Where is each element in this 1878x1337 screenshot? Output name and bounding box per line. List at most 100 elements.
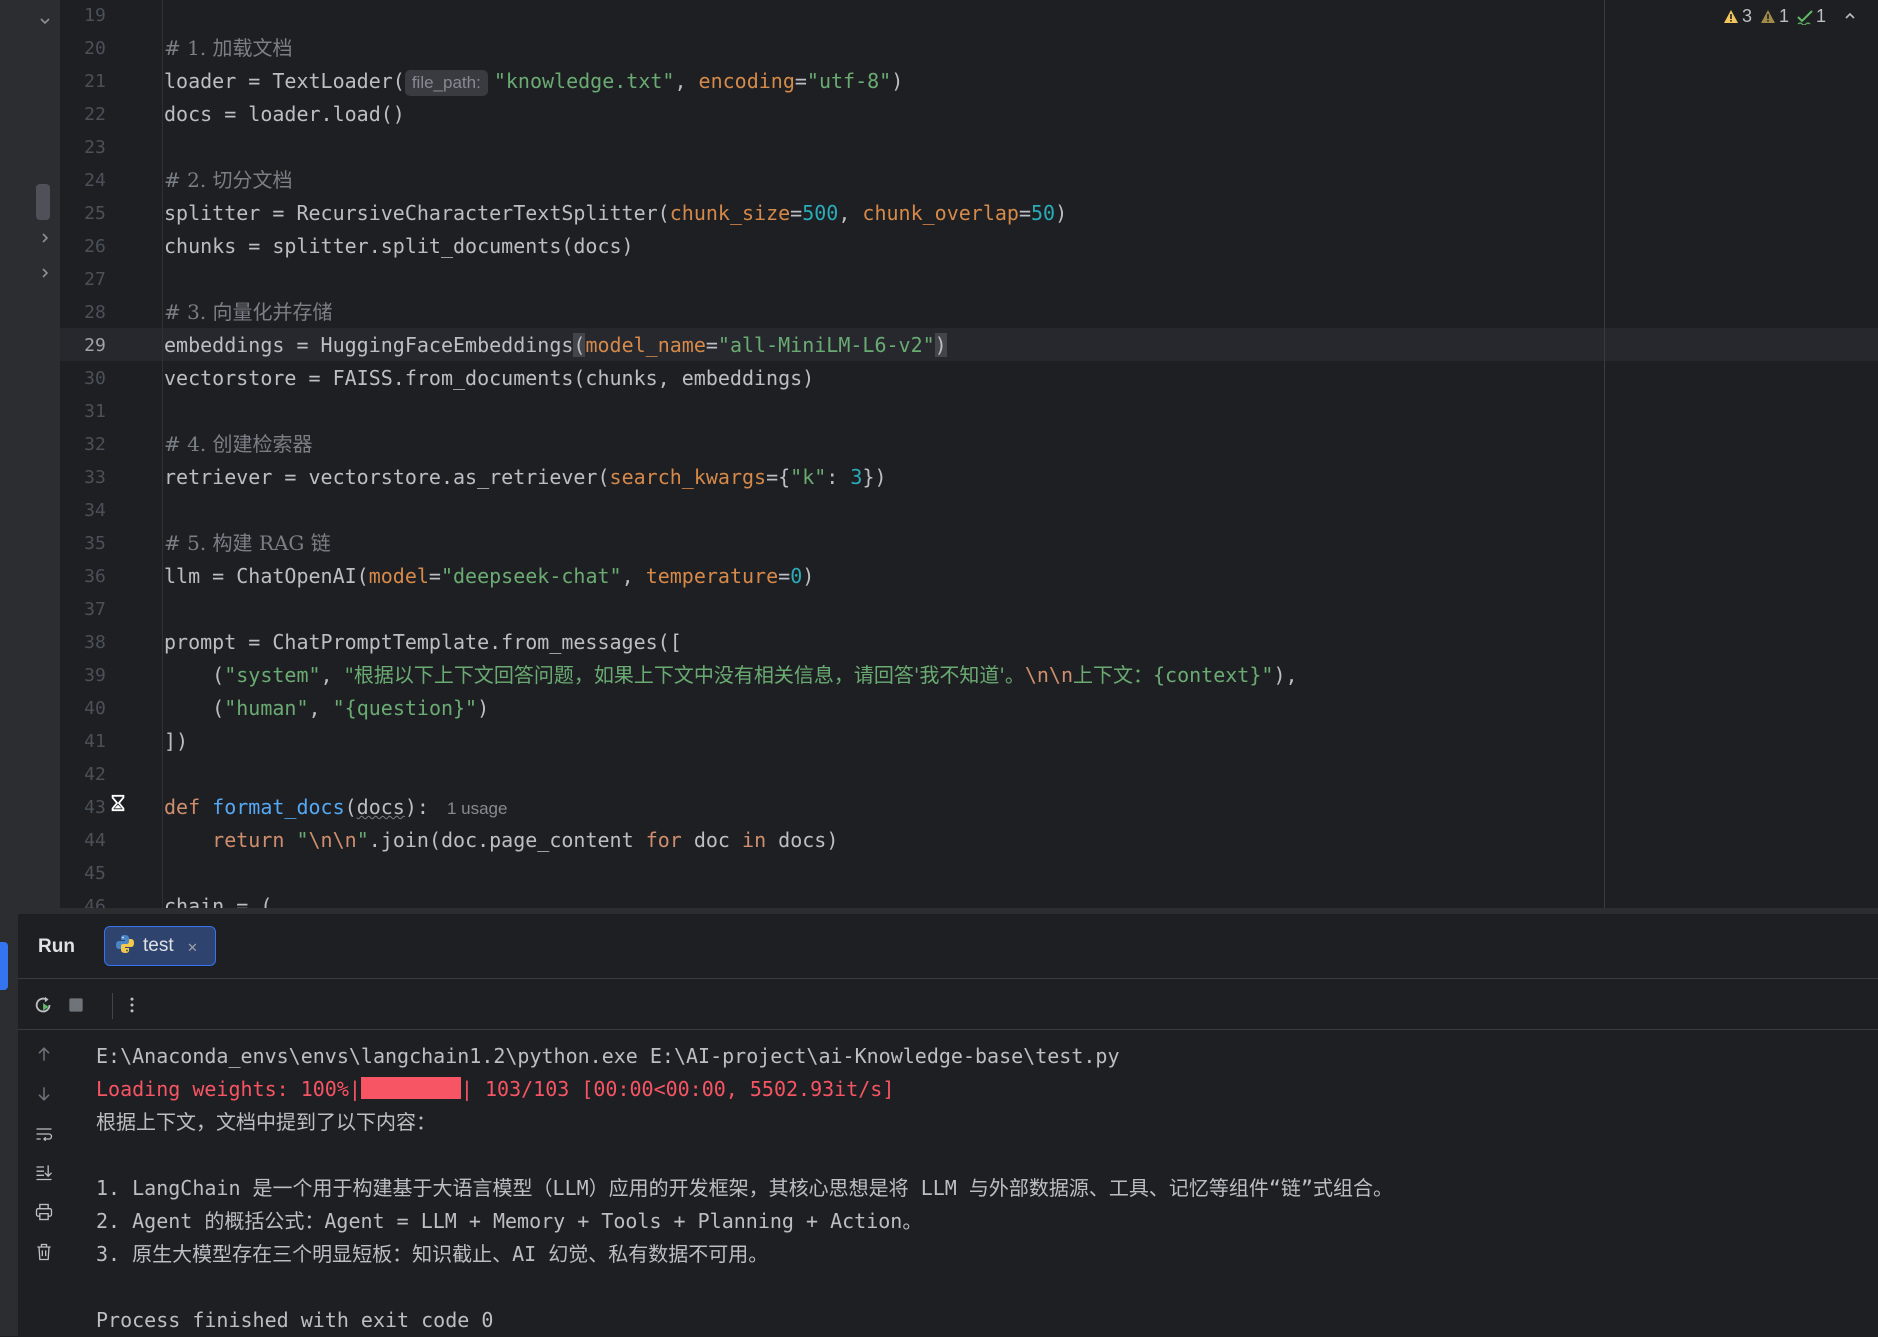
- line-number[interactable]: 32: [60, 428, 130, 461]
- usage-hint[interactable]: 1 usage: [447, 799, 508, 818]
- line-number[interactable]: 24: [60, 164, 130, 197]
- console-line-item: 1. LangChain 是一个用于构建基于大语言模型（LLM）应用的开发框架，…: [96, 1176, 1393, 1200]
- param-name: model: [368, 564, 429, 588]
- keyword: in: [742, 828, 767, 852]
- line-number[interactable]: 37: [60, 593, 130, 626]
- code-text: (: [344, 795, 357, 819]
- trash-icon[interactable]: [32, 1240, 56, 1264]
- code-text: ),: [1273, 663, 1298, 687]
- console-line-answer: 根据上下文，文档中提到了以下内容：: [96, 1110, 436, 1134]
- code-text: llm = ChatOpenAI(: [164, 564, 369, 588]
- code-text: ,: [621, 564, 646, 588]
- line-number[interactable]: 34: [60, 494, 130, 527]
- comment: # 5. 构建 RAG 链: [164, 531, 331, 555]
- line-number[interactable]: 35: [60, 527, 130, 560]
- fold-collapse-icon[interactable]: [36, 12, 54, 30]
- code-text: doc: [681, 828, 743, 852]
- arrow-down-icon[interactable]: [32, 1082, 56, 1106]
- code-text: ,: [308, 696, 333, 720]
- fold-expand-icon[interactable]: [36, 229, 54, 247]
- stop-icon[interactable]: [64, 993, 88, 1017]
- soft-wrap-icon[interactable]: [32, 1122, 56, 1146]
- string-literal: "deepseek-chat": [440, 564, 622, 588]
- scroll-thumb[interactable]: [36, 184, 50, 220]
- line-number[interactable]: 30: [60, 362, 130, 395]
- string-literal: "utf-8": [806, 69, 892, 93]
- hourglass-icon[interactable]: [108, 793, 128, 813]
- comment: # 4. 创建检索器: [164, 432, 313, 456]
- tab-test[interactable]: test ✕: [104, 926, 216, 966]
- run-toolbar: [18, 979, 1878, 1030]
- line-number[interactable]: 31: [60, 395, 130, 428]
- param-name: chunk_overlap: [862, 201, 1019, 225]
- line-number[interactable]: 40: [60, 692, 130, 725]
- line-number[interactable]: 25: [60, 197, 130, 230]
- typo-check-icon: [1797, 9, 1813, 25]
- line-number[interactable]: 45: [60, 857, 130, 890]
- line-number[interactable]: 29: [60, 329, 130, 362]
- chevron-up-icon[interactable]: [1844, 6, 1856, 27]
- code-line: ]): [164, 725, 188, 758]
- warnings-count[interactable]: 3: [1723, 6, 1752, 27]
- code-text: ): [802, 564, 815, 588]
- weak-warnings-count[interactable]: 1: [1760, 6, 1789, 27]
- code-text: docs = loader.load(): [164, 102, 405, 126]
- fold-expand-icon[interactable]: [36, 264, 54, 282]
- code-line: # 3. 向量化并存储: [164, 296, 333, 329]
- line-number[interactable]: 19: [60, 0, 130, 32]
- line-number[interactable]: 20: [60, 32, 130, 65]
- code-line: # 2. 切分文档: [164, 164, 293, 197]
- string-literal: 上下文：: [1073, 663, 1154, 687]
- string-literal: "system": [224, 663, 321, 687]
- line-number[interactable]: 21: [60, 65, 130, 98]
- python-icon: [115, 934, 135, 958]
- code-line: loader = TextLoader(file_path: "knowledge…: [164, 65, 903, 98]
- code-text: =: [790, 201, 803, 225]
- line-number-gutter[interactable]: 19 20 21 22 23 24 25 26 27 28 29 30 31 32 33 34 35 36 37 38…: [60, 0, 130, 917]
- line-number[interactable]: 42: [60, 758, 130, 791]
- console-line-progress: Loading weights: 100%| | 103/103 [00:00<0…: [96, 1073, 894, 1106]
- run-tab-bar: Run test ✕: [18, 914, 1878, 979]
- arrow-up-icon[interactable]: [32, 1042, 56, 1066]
- code-text: ]): [164, 729, 189, 753]
- inspection-widget[interactable]: 3 1 1: [1723, 6, 1856, 27]
- param-name: model_name: [585, 333, 706, 357]
- comment: # 1. 加载文档: [164, 36, 293, 60]
- typos-count[interactable]: 1: [1797, 6, 1826, 27]
- more-vertical-icon[interactable]: [120, 993, 144, 1017]
- function-name: format_docs: [212, 795, 345, 819]
- run-panel-title[interactable]: Run: [38, 936, 75, 958]
- param-name: search_kwargs: [609, 465, 767, 489]
- code-text: chunks = splitter.split_documents(docs): [164, 234, 634, 258]
- line-number[interactable]: 22: [60, 98, 130, 131]
- line-number[interactable]: 39: [60, 659, 130, 692]
- line-number[interactable]: 41: [60, 725, 130, 758]
- close-icon[interactable]: ✕: [188, 937, 198, 956]
- line-number[interactable]: 27: [60, 263, 130, 296]
- number-literal: 3: [850, 465, 863, 489]
- line-number[interactable]: 36: [60, 560, 130, 593]
- line-number[interactable]: 28: [60, 296, 130, 329]
- line-number[interactable]: 26: [60, 230, 130, 263]
- rerun-icon[interactable]: [32, 993, 56, 1017]
- line-number[interactable]: 44: [60, 824, 130, 857]
- param-name: encoding: [698, 69, 795, 93]
- param-name: chunk_size: [669, 201, 791, 225]
- right-margin-guide: [1604, 0, 1605, 908]
- console-line-command: E:\Anaconda_envs\envs\langchain1.2\pytho…: [96, 1044, 1120, 1068]
- line-number[interactable]: 33: [60, 461, 130, 494]
- code-line: def format_docs(docs): 1 usage: [164, 791, 507, 824]
- line-number[interactable]: 38: [60, 626, 130, 659]
- scroll-to-end-icon[interactable]: [32, 1160, 56, 1184]
- string-literal: {context}": [1153, 663, 1274, 687]
- number-literal: 500: [802, 201, 839, 225]
- code-text: ={: [766, 465, 791, 489]
- code-line: # 1. 加载文档: [164, 32, 293, 65]
- warning-icon: [1723, 9, 1738, 23]
- line-number[interactable]: 23: [60, 131, 130, 164]
- code-text: ,: [838, 201, 863, 225]
- code-line: retriever = vectorstore.as_retriever(sea…: [164, 461, 887, 494]
- active-tool-marker: [0, 942, 8, 990]
- string-literal: "根据以下上下文回答问题，如果上下文中没有相关信息，请回答'我不知道'。: [344, 663, 1025, 687]
- print-icon[interactable]: [32, 1200, 56, 1224]
